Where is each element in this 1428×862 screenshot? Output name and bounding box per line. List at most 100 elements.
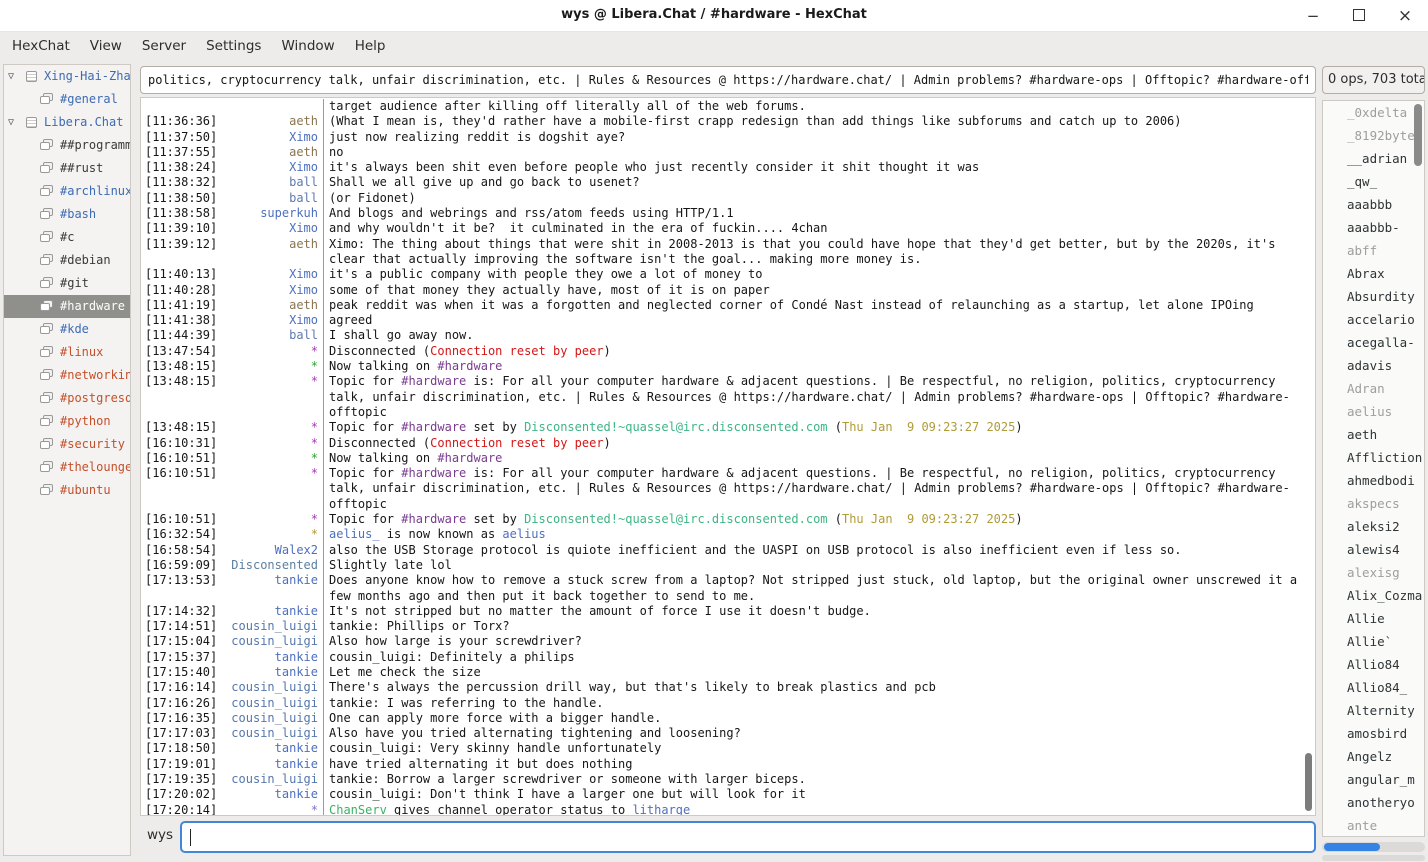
sidebar-item-general[interactable]: #general	[4, 88, 130, 111]
nick[interactable]: tankie	[227, 650, 324, 665]
nick[interactable]: superkuh	[227, 206, 324, 221]
nick[interactable]: tankie	[227, 741, 324, 756]
nick[interactable]: aeth	[227, 145, 324, 160]
sidebar-item-Xing-Hai-Zhan[interactable]: ▽Xing-Hai-Zhan	[4, 65, 130, 88]
sidebar-item-rust[interactable]: ##rust	[4, 157, 130, 180]
nick[interactable]: aeth	[227, 114, 324, 129]
sidebar-item-bash[interactable]: #bash	[4, 203, 130, 226]
userlist-item[interactable]: ante	[1323, 814, 1424, 837]
nick[interactable]: tankie	[227, 757, 324, 772]
sidebar-item-thelounge[interactable]: #thelounge	[4, 456, 130, 479]
nick[interactable]: tankie	[227, 573, 324, 604]
userlist-item[interactable]: _qw_	[1323, 170, 1424, 193]
userlist-item[interactable]: akspecs	[1323, 492, 1424, 515]
sidebar-item-git[interactable]: #git	[4, 272, 130, 295]
userlist-scrollbar-thumb[interactable]	[1414, 104, 1422, 166]
userlist-item[interactable]: Allie	[1323, 607, 1424, 630]
userlist-item[interactable]: Alix_Cozma	[1323, 584, 1424, 607]
userlist-item[interactable]: acegalla-	[1323, 331, 1424, 354]
userlist-item[interactable]: ahmedbodi	[1323, 469, 1424, 492]
userlist-item[interactable]: aaabbb	[1323, 193, 1424, 216]
nick[interactable]: Ximo	[227, 283, 324, 298]
message-input-box[interactable]	[180, 821, 1316, 853]
sidebar-item-linux[interactable]: #linux	[4, 341, 130, 364]
menu-item-server[interactable]: Server	[132, 32, 196, 54]
nick[interactable]: ball	[227, 175, 324, 190]
userlist-item[interactable]: aeth	[1323, 423, 1424, 446]
topic-input[interactable]	[141, 67, 1315, 93]
userlist-item[interactable]: Affliction	[1323, 446, 1424, 469]
userlist-item[interactable]: aelius	[1323, 400, 1424, 423]
nick[interactable]: tankie	[227, 787, 324, 802]
sidebar-item-python[interactable]: #python	[4, 410, 130, 433]
userlist-hscrollbar-2[interactable]	[1322, 855, 1425, 861]
sidebar-item-archlinux[interactable]: #archlinux	[4, 180, 130, 203]
nick[interactable]: ball	[227, 328, 324, 343]
nick[interactable]: cousin_luigi	[227, 680, 324, 695]
nick[interactable]: Ximo	[227, 221, 324, 236]
nick[interactable]: Ximo	[227, 130, 324, 145]
nick[interactable]: Ximo	[227, 160, 324, 175]
userlist-item[interactable]: angular_m	[1323, 768, 1424, 791]
userlist-item[interactable]: anotheryo	[1323, 791, 1424, 814]
sidebar-item-programming[interactable]: ##programming	[4, 134, 130, 157]
sidebar-item-ubuntu[interactable]: #ubuntu	[4, 479, 130, 502]
expander-icon[interactable]: ▽	[8, 65, 14, 88]
sidebar-item-security[interactable]: #security	[4, 433, 130, 456]
message-input[interactable]	[182, 823, 1314, 851]
menu-item-hexchat[interactable]: HexChat	[2, 32, 80, 54]
nick[interactable]: Ximo	[227, 313, 324, 328]
userlist-item[interactable]: aleksi2	[1323, 515, 1424, 538]
userlist-item[interactable]: Adran	[1323, 377, 1424, 400]
userlist-item[interactable]: adavis	[1323, 354, 1424, 377]
nick[interactable]: Walex2	[227, 543, 324, 558]
userlist-item[interactable]: Alternity	[1323, 699, 1424, 722]
menu-item-settings[interactable]: Settings	[196, 32, 271, 54]
nick[interactable]: aeth	[227, 298, 324, 313]
nick[interactable]: ball	[227, 191, 324, 206]
title-bar[interactable]: wys @ Libera.Chat / #hardware - HexChat …	[0, 0, 1428, 32]
menu-item-help[interactable]: Help	[345, 32, 396, 54]
topic-bar[interactable]	[140, 66, 1316, 94]
nick[interactable]: tankie	[227, 665, 324, 680]
userlist-item[interactable]: Angelz	[1323, 745, 1424, 768]
userlist-item[interactable]: Absurdity	[1323, 285, 1424, 308]
nick[interactable]: cousin_luigi	[227, 696, 324, 711]
nick[interactable]: Ximo	[227, 267, 324, 282]
close-icon[interactable]: ×	[1382, 0, 1428, 32]
userlist-item[interactable]: amosbird	[1323, 722, 1424, 745]
userlist-item[interactable]: Allie`	[1323, 630, 1424, 653]
sidebar-item-postgresql[interactable]: #postgresql	[4, 387, 130, 410]
userlist-hscrollbar-thumb[interactable]	[1324, 843, 1380, 851]
sidebar-item-c[interactable]: #c	[4, 226, 130, 249]
userlist-item[interactable]: alexisg	[1323, 561, 1424, 584]
userlist-item[interactable]: Abrax	[1323, 262, 1424, 285]
sidebar-item-debian[interactable]: #debian	[4, 249, 130, 272]
userlist-item[interactable]: accelario	[1323, 308, 1424, 331]
nick[interactable]: aeth	[227, 237, 324, 268]
maximize-icon[interactable]	[1336, 0, 1382, 32]
channel-tree[interactable]: ▽Xing-Hai-Zhan#general▽Libera.Chat##prog…	[3, 64, 131, 856]
userlist-item[interactable]: __adrian	[1323, 147, 1424, 170]
userlist-item[interactable]: _8192byte	[1323, 124, 1424, 147]
userlist-item[interactable]: aaabbb-	[1323, 216, 1424, 239]
chat-log[interactable]: target audience after killing off litera…	[140, 97, 1316, 816]
nick[interactable]: cousin_luigi	[227, 711, 324, 726]
nick[interactable]: tankie	[227, 604, 324, 619]
menu-item-window[interactable]: Window	[271, 32, 344, 54]
nick[interactable]: cousin_luigi	[227, 634, 324, 649]
userlist-hscrollbar[interactable]	[1322, 842, 1425, 852]
userlist-item[interactable]: abff	[1323, 239, 1424, 262]
nick[interactable]: Disconsented	[227, 558, 324, 573]
user-list[interactable]: _0xdelta_8192byte__adrian_qw_aaabbbaaabb…	[1322, 100, 1425, 837]
userlist-item[interactable]: alewis4	[1323, 538, 1424, 561]
nick[interactable]: cousin_luigi	[227, 772, 324, 787]
sidebar-item-Libera.Chat[interactable]: ▽Libera.Chat	[4, 111, 130, 134]
userlist-item[interactable]: Allio84	[1323, 653, 1424, 676]
nick[interactable]: cousin_luigi	[227, 726, 324, 741]
minimize-icon[interactable]: −	[1290, 0, 1336, 32]
sidebar-item-kde[interactable]: #kde	[4, 318, 130, 341]
chat-scrollbar-thumb[interactable]	[1305, 753, 1312, 811]
sidebar-item-networking[interactable]: #networking	[4, 364, 130, 387]
expander-icon[interactable]: ▽	[8, 111, 14, 134]
